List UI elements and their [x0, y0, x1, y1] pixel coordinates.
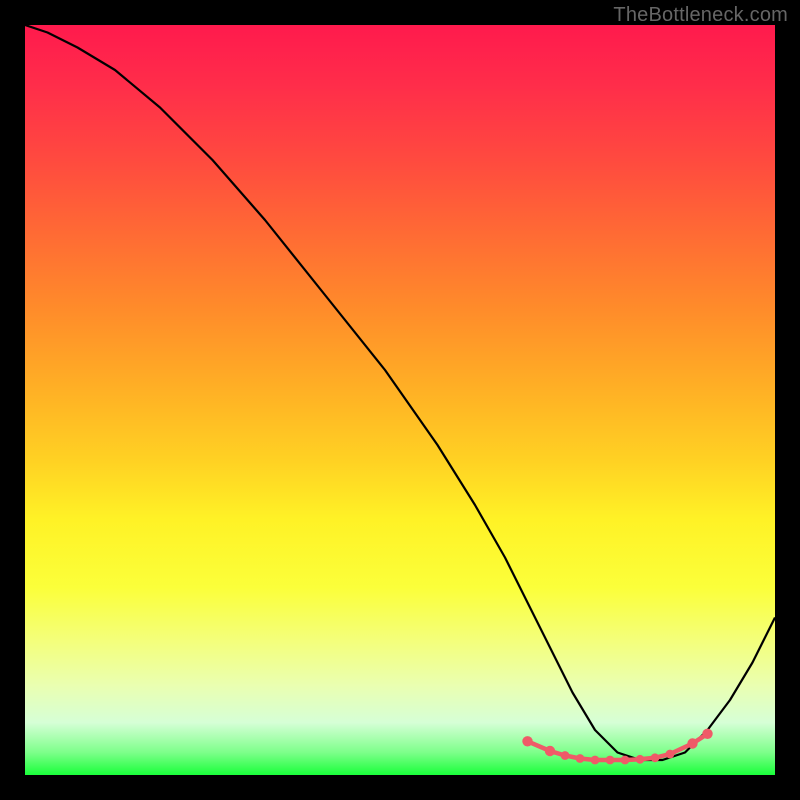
valley-point: [636, 755, 645, 764]
curve-path: [25, 25, 775, 760]
valley-point: [621, 756, 630, 765]
valley-point: [666, 750, 675, 759]
chart-svg: [25, 25, 775, 775]
watermark-text: TheBottleneck.com: [613, 4, 788, 27]
valley-point: [561, 751, 570, 760]
valley-point: [591, 756, 600, 765]
valley-point: [576, 754, 585, 763]
valley-point: [702, 729, 712, 739]
valley-point: [651, 753, 660, 762]
valley-point: [687, 738, 697, 748]
chart-frame: [25, 25, 775, 775]
valley-point: [606, 756, 615, 765]
valley-point: [522, 736, 532, 746]
valley-connector: [528, 734, 708, 760]
valley-point: [545, 746, 555, 756]
plot-area: [25, 25, 775, 775]
